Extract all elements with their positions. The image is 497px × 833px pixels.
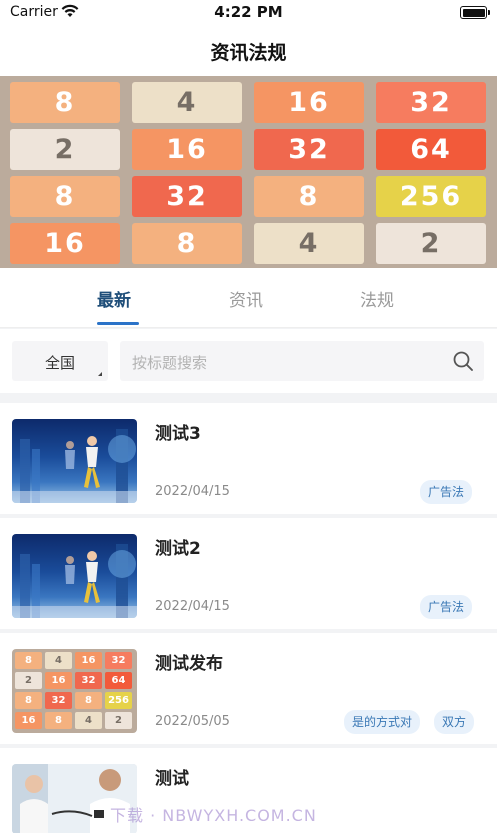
board-tile: 16 xyxy=(254,82,364,123)
banner-image[interactable]: 8 4 16 32 2 16 32 64 8 32 8 256 16 8 4 2 xyxy=(0,76,497,268)
thumbnail-tile: 32 xyxy=(75,672,102,689)
article-title: 测试2 xyxy=(155,539,201,559)
article-date: 2022/04/15 xyxy=(155,599,230,614)
search-icon[interactable] xyxy=(452,350,474,372)
article-thumbnail: 8 4 16 32 2 16 32 64 8 32 8 256 16 8 4 2 xyxy=(12,649,137,733)
region-label: 全国 xyxy=(44,354,75,372)
article-thumbnail xyxy=(12,534,137,618)
board-tile: 64 xyxy=(376,129,486,170)
dropdown-caret-icon xyxy=(98,372,102,376)
board-tile: 4 xyxy=(254,223,364,264)
thumbnail-tile: 16 xyxy=(45,672,72,689)
tab-regulations[interactable]: 法规 xyxy=(360,286,394,311)
tab-news[interactable]: 资讯 xyxy=(229,286,263,311)
board-tile: 4 xyxy=(132,82,242,123)
tab-bar: 最新 资讯 法规 xyxy=(0,268,497,328)
thumbnail-tile: 64 xyxy=(105,672,132,689)
board-tile: 32 xyxy=(376,82,486,123)
list-item[interactable]: 测试3 2022/04/15 广告法 xyxy=(0,403,497,514)
article-tag: 双方 xyxy=(434,710,475,734)
article-tag: 广告法 xyxy=(420,480,473,504)
thumbnail-tile: 4 xyxy=(45,652,72,669)
thumbnail-tile: 16 xyxy=(75,652,102,669)
search-input[interactable]: 按标题搜索 xyxy=(120,341,484,381)
board-tile: 32 xyxy=(132,176,242,217)
thumbnail-tile: 32 xyxy=(45,692,72,709)
article-title: 测试发布 xyxy=(155,654,223,674)
clock: 4:22 PM xyxy=(214,3,283,21)
thumbnail-tile: 8 xyxy=(45,712,72,729)
filter-bar: 全国 按标题搜索 xyxy=(0,329,497,393)
status-bar: Carrier 4:22 PM xyxy=(0,0,497,26)
board-tile: 2 xyxy=(376,223,486,264)
thumbnail-tile: 2 xyxy=(105,712,132,729)
list-item[interactable]: 测试2 2022/04/15 广告法 xyxy=(0,518,497,629)
article-date: 2022/05/05 xyxy=(155,714,230,729)
nav-bar: 资讯法规 xyxy=(0,26,497,76)
article-tag: 广告法 xyxy=(420,595,473,619)
tab-indicator xyxy=(97,322,139,325)
region-select[interactable]: 全国 xyxy=(12,341,108,381)
tab-latest[interactable]: 最新 xyxy=(97,286,131,311)
board-tile: 32 xyxy=(254,129,364,170)
board-tile: 16 xyxy=(10,223,120,264)
thumbnail-tile: 4 xyxy=(75,712,102,729)
thumbnail-tile: 8 xyxy=(15,652,42,669)
article-thumbnail xyxy=(12,419,137,503)
thumbnail-tile: 8 xyxy=(75,692,102,709)
thumbnail-tile: 256 xyxy=(105,692,132,709)
thumbnail-tile: 16 xyxy=(15,712,42,729)
board-tile: 8 xyxy=(254,176,364,217)
article-title: 测试3 xyxy=(155,424,201,444)
article-date: 2022/04/15 xyxy=(155,484,230,499)
board-tile: 8 xyxy=(132,223,242,264)
search-placeholder: 按标题搜索 xyxy=(132,354,208,372)
thumbnail-tile: 32 xyxy=(105,652,132,669)
battery-icon xyxy=(460,6,490,19)
board-tile: 16 xyxy=(132,129,242,170)
list-item[interactable]: 8 4 16 32 2 16 32 64 8 32 8 256 16 8 4 2 测试发布 2022/05/0… xyxy=(0,633,497,744)
page-title: 资讯法规 xyxy=(210,42,287,64)
watermark: 下载 · NBWYXH.COM.CN xyxy=(110,806,317,825)
article-tag: 是的方式对 xyxy=(344,710,421,734)
thumbnail-tile: 2 xyxy=(15,672,42,689)
board-tile: 2 xyxy=(10,129,120,170)
board-tile: 8 xyxy=(10,82,120,123)
board-tile: 8 xyxy=(10,176,120,217)
board-tile: 256 xyxy=(376,176,486,217)
article-title: 测试 xyxy=(155,769,189,789)
thumbnail-tile: 8 xyxy=(15,692,42,709)
